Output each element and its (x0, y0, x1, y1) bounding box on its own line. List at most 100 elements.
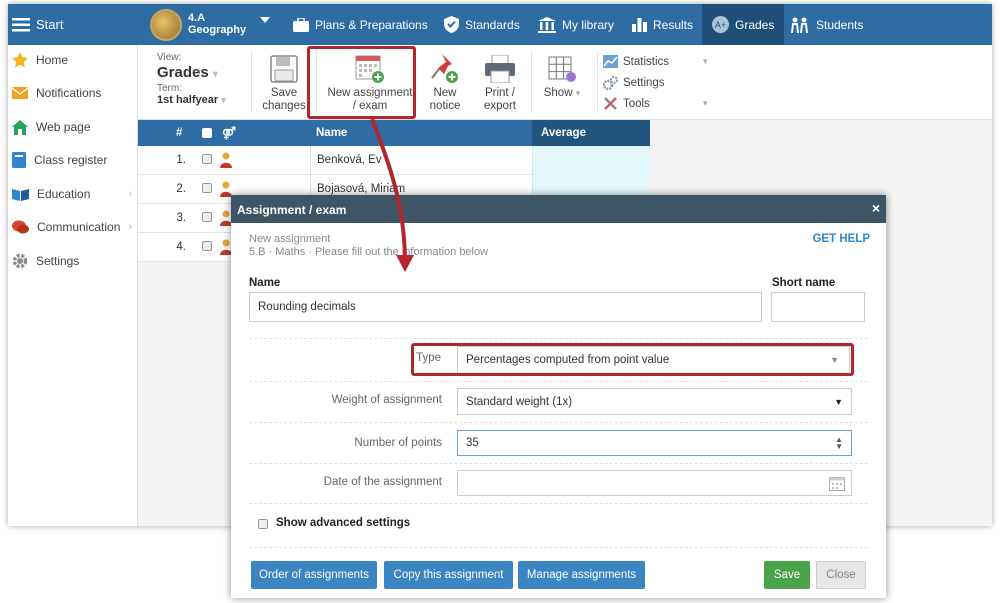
points-label: Number of points (354, 437, 442, 449)
row-checkbox[interactable] (202, 183, 212, 193)
assignment-dialog: Assignment / exam × New assignment 5.B ·… (231, 195, 886, 598)
shield-check-icon (444, 16, 459, 33)
sidebar-item-notifications[interactable]: Notifications (8, 82, 138, 104)
gears-icon (603, 76, 618, 90)
divider (249, 338, 868, 339)
students-icon (791, 17, 808, 33)
weight-select[interactable]: Standard weight (1x) ▼ (457, 388, 852, 415)
highlight-type (411, 343, 854, 376)
chevron-right-icon: › (128, 188, 132, 200)
subtitle-line2: 5.B · Maths · Please fill out the inform… (249, 246, 489, 258)
caret-down-icon: ▾ (703, 56, 708, 66)
row-number: 3. (176, 212, 186, 224)
view-value: Grades (157, 64, 209, 81)
header-average[interactable]: Average (532, 120, 650, 146)
nav-plans[interactable]: Plans & Preparations (293, 4, 428, 45)
copy-assignment-button[interactable]: Copy this assignment (384, 561, 513, 589)
row-checkbox[interactable] (202, 212, 212, 222)
divider (249, 422, 868, 423)
save-line1: Save (270, 87, 298, 99)
stepper-icon[interactable]: ▲ ▼ (835, 436, 843, 451)
calendar-icon[interactable] (829, 476, 845, 491)
nav-standards-label: Standards (465, 17, 520, 32)
tools-label: Tools (623, 97, 650, 110)
table-header: # ⚤ Name (138, 120, 532, 146)
order-assignments-button[interactable]: Order of assignments (251, 561, 377, 589)
points-value: 35 (466, 437, 479, 449)
show-menu-button[interactable]: Show ▾ (534, 53, 590, 100)
save-line2: changes (262, 100, 306, 112)
header-name[interactable]: Name (316, 127, 347, 139)
sidebar-item-communication[interactable]: Communication › (8, 216, 138, 238)
divider (249, 503, 868, 504)
divider (249, 463, 868, 464)
table-row[interactable]: 1. Benková, Ev (138, 146, 650, 175)
sidebar-item-label: Communication (37, 220, 121, 234)
statistics-label: Statistics (623, 55, 670, 68)
nav-results[interactable]: Results (632, 4, 693, 45)
sidebar-item-label: Notifications (36, 86, 102, 100)
get-help-link[interactable]: GET HELP (812, 233, 870, 245)
nav-grades[interactable]: A+ Grades (702, 4, 785, 45)
new-notice-button[interactable]: New notice (422, 53, 468, 113)
dialog-header: Assignment / exam × (231, 195, 886, 223)
sidebar-item-label: Education (37, 187, 91, 201)
sidebar-item-web-page[interactable]: Web page (8, 116, 138, 138)
close-button[interactable]: Close (816, 561, 866, 589)
sidebar-item-education[interactable]: Education › (8, 183, 138, 205)
grid-settings-icon (548, 56, 576, 82)
row-checkbox[interactable] (202, 241, 212, 251)
sidebar-item-label: Home (36, 53, 69, 67)
gender-icon: ⚤ (222, 126, 237, 140)
chart-icon (603, 55, 618, 68)
class-name: 4.A (188, 12, 206, 24)
name-input[interactable]: Rounding decimals (249, 292, 762, 322)
save-button[interactable]: Save (764, 561, 810, 589)
divider (597, 51, 598, 113)
select-all-checkbox[interactable] (202, 128, 212, 138)
toolbar-ribbon: View: Grades ▾ Term: 1st halfyear ▾ Save… (138, 45, 992, 120)
sidebar-item-settings[interactable]: Settings (8, 250, 138, 272)
briefcase-icon (293, 17, 309, 32)
caret-down-icon: ▾ (221, 95, 226, 105)
caret-down-icon: ▾ (575, 88, 581, 98)
start-menu-button[interactable]: Start (12, 4, 63, 45)
nav-students[interactable]: Students (790, 4, 863, 45)
date-input[interactable] (457, 470, 852, 496)
average-cell (532, 146, 650, 175)
class-selector[interactable]: 4.A Geography (150, 4, 271, 45)
print-export-button[interactable]: Print / export (472, 53, 528, 113)
settings-label: Settings (623, 77, 665, 89)
manage-assignments-button[interactable]: Manage assignments (518, 561, 645, 589)
caret-down-icon (260, 16, 271, 23)
name-label: Name (249, 277, 281, 289)
name-value: Rounding decimals (258, 301, 356, 313)
sidebar-item-label: Settings (36, 254, 80, 268)
class-avatar (150, 8, 182, 41)
notice-line2: notice (429, 100, 461, 112)
short-name-input[interactable] (771, 292, 865, 322)
divider (531, 51, 532, 113)
advanced-label: Show advanced settings (276, 517, 411, 529)
statistics-menu[interactable]: Statistics ▾ (603, 55, 708, 68)
close-icon[interactable]: × (872, 200, 880, 216)
book-icon (12, 152, 26, 168)
library-icon (538, 16, 556, 33)
view-selector[interactable]: View: Grades ▾ Term: 1st halfyear ▾ (157, 52, 237, 106)
points-input[interactable]: 35 ▲ ▼ (457, 430, 852, 456)
short-name-label: Short name (772, 277, 836, 289)
nav-library[interactable]: My library (538, 4, 614, 45)
sidebar-item-class-register[interactable]: Class register (8, 149, 138, 171)
divider (249, 381, 868, 382)
settings-menu[interactable]: Settings (603, 76, 665, 90)
tools-menu[interactable]: Tools ▾ (603, 96, 708, 111)
sidebar-item-home[interactable]: Home (8, 49, 138, 71)
nav-standards[interactable]: Standards (444, 4, 520, 45)
view-label: View: (157, 52, 182, 63)
header-number: # (176, 127, 183, 139)
row-checkbox[interactable] (202, 154, 212, 164)
save-changes-button[interactable]: Save changes (254, 53, 314, 113)
advanced-checkbox[interactable] (258, 519, 268, 529)
divider (249, 547, 868, 548)
show-label: Show (543, 87, 573, 99)
